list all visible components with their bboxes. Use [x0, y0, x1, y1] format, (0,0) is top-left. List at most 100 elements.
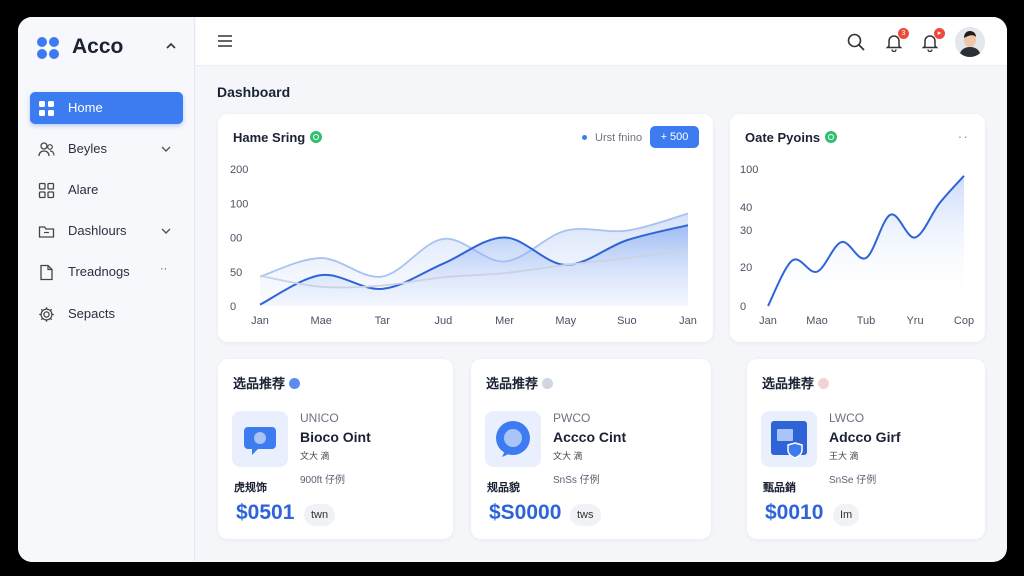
rec-unit-badge: Im [833, 504, 860, 526]
home-chart-card: Hame Sring Urst fnino + 500 200 100 00 50 0 J… [218, 114, 713, 342]
x-tick-label: Jud [435, 315, 453, 327]
rec-label: 甄品銷 [763, 482, 796, 494]
y-tick-label: 40 [740, 202, 752, 214]
x-tick-label: May [555, 315, 576, 327]
app-window: Acco Home Beyles Alare Dashlours Treadno… [18, 17, 1007, 562]
x-tick-label: Tub [857, 315, 876, 327]
x-tick-label: Jan [679, 315, 697, 327]
info-dot-icon [289, 378, 301, 389]
x-tick-label: Tar [375, 315, 391, 327]
folder-icon [38, 226, 55, 238]
rec-title-text: 选品推荐 [486, 376, 539, 391]
sidebar-item-home[interactable]: Home [30, 92, 183, 124]
y-tick-label: 100 [740, 164, 758, 176]
users-icon [38, 142, 55, 157]
rec-title: 选品推荐 [762, 373, 830, 392]
rec-name: Adcco Girf [829, 429, 901, 445]
search-icon[interactable] [846, 32, 866, 52]
x-tick-label: Yru [906, 315, 923, 327]
recommendation-card[interactable]: 选品推荐 LWCO Adcco Girf 王大 滴 SnSe 仔例 甄品銷 $0… [747, 359, 985, 539]
rec-brand: LWCO [829, 411, 865, 425]
y-tick-label: 0 [740, 301, 746, 313]
alert-badge: ▸ [934, 28, 945, 39]
rec-label: 规品貌 [487, 482, 520, 494]
y-tick-label: 00 [230, 233, 242, 245]
chevron-up-icon[interactable] [164, 39, 178, 53]
rec-label: 虎规饰 [234, 482, 267, 494]
rec-name: Accco Cint [553, 429, 627, 445]
y-tick-label: 30 [740, 225, 752, 237]
rec-title: 选品推荐 [233, 373, 301, 392]
ote-chart-card: Oate Pyoins ·· 100 40 30 20 0 Jan Mao Tub Yru Cop [730, 114, 985, 342]
rec-title-text: 选品推荐 [762, 376, 815, 391]
sidebar-item-label: Treadnogs [68, 264, 130, 279]
recommendation-card[interactable]: 选品推荐 PWCO Accco Cint 文大 滴 SnSs 仔例 规品貌 $S… [471, 359, 711, 539]
y-tick-label: 200 [230, 164, 248, 176]
apps-icon [38, 182, 55, 199]
sidebar-item-sepacts[interactable]: Sepacts [30, 298, 183, 330]
home-area-chart: 200 100 00 50 0 Jan Mae Tar Jud Mer May Suo Jan [230, 164, 697, 327]
rec-rating: 文大 滴 [553, 451, 583, 461]
sidebar-item-treadnogs[interactable]: Treadnogs ·· [30, 256, 183, 288]
x-tick-label: Mao [806, 315, 827, 327]
bell-button[interactable]: 3 [884, 28, 909, 53]
hamburger-menu-icon[interactable] [217, 34, 233, 48]
page-title: Dashboard [217, 84, 291, 100]
rec-price: $S0000 [489, 501, 562, 524]
series-area [768, 175, 964, 306]
alerts-button[interactable]: ▸ [920, 28, 945, 53]
chat-bubble-icon [485, 411, 541, 467]
logo-icon [37, 37, 59, 59]
shield-badge-icon [761, 411, 817, 467]
grid-icon [39, 101, 54, 116]
brand[interactable]: Acco [36, 33, 186, 63]
rec-unit-badge: tws [570, 504, 601, 526]
chevron-down-icon[interactable] [160, 143, 172, 155]
sidebar-item-label: Home [68, 100, 103, 115]
avatar[interactable] [955, 27, 985, 57]
notification-badge: 3 [898, 28, 909, 39]
more-icon[interactable]: ·· [160, 263, 172, 275]
rec-name: Bioco Oint [300, 429, 371, 445]
rec-rating: 王大 滴 [829, 451, 859, 461]
info-dot-icon [542, 378, 554, 389]
sidebar-item-beyles[interactable]: Beyles [30, 133, 183, 165]
rec-title-text: 选品推荐 [233, 376, 286, 391]
app-name: Acco [72, 35, 124, 58]
x-tick-label: Mae [310, 315, 331, 327]
rec-meta: SnSe 仔例 [829, 475, 877, 486]
x-tick-label: Jan [759, 315, 777, 327]
sidebar-item-label: Beyles [68, 141, 108, 156]
sidebar-item-label: Alare [68, 182, 99, 197]
info-dot-icon [818, 378, 830, 389]
rec-price: $0501 [236, 501, 295, 524]
rec-meta: 900ft 仔例 [300, 475, 346, 486]
ote-line-chart: 100 40 30 20 0 Jan Mao Tub Yru Cop [740, 164, 974, 327]
x-tick-label: Suo [617, 315, 637, 327]
x-tick-label: Jan [251, 315, 269, 327]
rec-brand: UNICO [300, 411, 339, 425]
x-tick-label: Mer [495, 315, 514, 327]
sidebar: Acco Home Beyles Alare Dashlours Treadno… [18, 17, 195, 562]
topbar: 3 ▸ [196, 17, 1007, 66]
recommendation-card[interactable]: 选品推荐 UNICO Bioco Oint 文大 滴 900ft 仔例 虎规饰 … [218, 359, 453, 539]
y-tick-label: 20 [740, 262, 752, 274]
sidebar-item-alare[interactable]: Alare [30, 174, 183, 206]
chevron-down-icon[interactable] [160, 225, 172, 237]
y-tick-label: 50 [230, 267, 242, 279]
gear-icon [39, 307, 54, 322]
y-tick-label: 0 [230, 301, 236, 313]
sidebar-item-dashlours[interactable]: Dashlours [30, 215, 183, 247]
rec-meta: SnSs 仔例 [553, 475, 600, 486]
rec-title: 选品推荐 [486, 373, 554, 392]
x-tick-label: Cop [954, 315, 974, 327]
rec-unit-badge: twn [304, 504, 336, 526]
sidebar-item-label: Sepacts [68, 306, 115, 321]
rec-price: $0010 [765, 501, 824, 524]
rec-rating: 文大 滴 [300, 451, 330, 461]
rec-brand: PWCO [553, 411, 591, 425]
sidebar-item-label: Dashlours [68, 223, 127, 238]
document-icon [40, 264, 53, 281]
user-avatar-icon [955, 27, 985, 57]
y-tick-label: 100 [230, 198, 248, 210]
